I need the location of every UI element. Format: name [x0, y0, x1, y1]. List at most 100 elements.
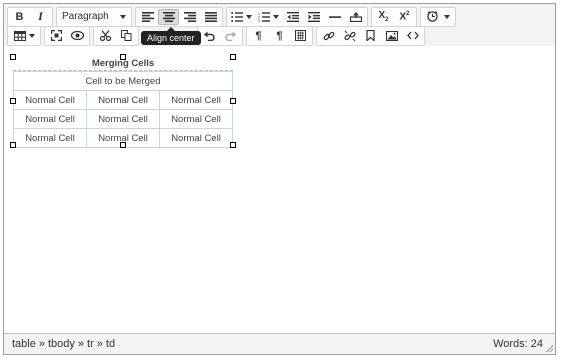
subscript-icon: X2: [378, 10, 389, 23]
table-row: Cell to be Merged: [13, 71, 233, 91]
outdent-icon: [286, 11, 299, 22]
table-cell[interactable]: Normal Cell: [13, 90, 87, 110]
merging-cells-table[interactable]: Merging Cells Cell to be Merged Normal C…: [13, 57, 233, 148]
align-justify-button[interactable]: [200, 9, 221, 25]
resize-handle-sw[interactable]: [10, 142, 16, 148]
insert-button[interactable]: [345, 9, 366, 25]
special-chars-icon: [295, 30, 306, 41]
path-item[interactable]: tbody: [48, 338, 75, 350]
show-blocks-button[interactable]: ¶: [248, 28, 269, 44]
subscript-button[interactable]: X2: [373, 9, 394, 25]
bold-button[interactable]: B: [9, 9, 30, 25]
align-justify-icon: [204, 11, 217, 22]
path-separator: »: [96, 338, 103, 350]
table-cell[interactable]: Normal Cell: [13, 109, 87, 129]
bullet-list-button[interactable]: [228, 9, 255, 25]
outdent-button[interactable]: [282, 9, 303, 25]
anchor-button[interactable]: [360, 28, 381, 44]
table-cell[interactable]: Normal Cell: [159, 128, 233, 148]
table-button[interactable]: [9, 28, 39, 44]
redo-button[interactable]: [220, 28, 241, 44]
fullscreen-icon: [51, 30, 62, 41]
tooltip: Align center: [141, 27, 201, 45]
align-group: [135, 6, 223, 27]
toolbar-row-1: B I Paragraph 1 2 3 X2 X2: [7, 6, 459, 27]
table-row: Normal Cell Normal Cell Normal Cell: [13, 90, 233, 110]
merged-cell[interactable]: Cell to be Merged: [13, 71, 233, 91]
chevron-down-icon: [273, 14, 279, 19]
cut-icon: [100, 30, 111, 41]
element-path: table» tbody» tr» td: [12, 338, 115, 350]
align-right-button[interactable]: [179, 9, 200, 25]
align-left-button[interactable]: [137, 9, 158, 25]
bullet-list-icon: [231, 11, 243, 22]
preview-icon: [71, 31, 84, 40]
align-center-icon: [162, 11, 175, 22]
resize-handle-n[interactable]: [120, 54, 126, 60]
resize-grip-icon[interactable]: [546, 345, 553, 352]
undo-button[interactable]: [199, 28, 220, 44]
paragraph-mark-icon: ¶: [276, 29, 283, 42]
insert-datetime-button[interactable]: [422, 9, 454, 25]
toolbar-row-2: ¶ ¶: [7, 25, 428, 46]
blocks-group: ¶ ¶: [246, 25, 313, 46]
resize-handle-w[interactable]: [10, 98, 16, 104]
link-group: [316, 25, 425, 46]
table-cell[interactable]: Normal Cell: [86, 109, 160, 129]
path-item[interactable]: tr: [87, 338, 94, 350]
align-right-icon: [183, 11, 196, 22]
word-count: Words: 24: [493, 338, 543, 350]
resize-handle-ne[interactable]: [230, 54, 236, 60]
unlink-button[interactable]: [339, 28, 360, 44]
chevron-down-icon: [28, 33, 35, 38]
path-item[interactable]: table: [12, 338, 36, 350]
table-cell[interactable]: Normal Cell: [13, 128, 87, 148]
editor-content-area[interactable]: Merging Cells Cell to be Merged Normal C…: [4, 46, 555, 333]
preview-button[interactable]: [67, 28, 88, 44]
table-cell[interactable]: Normal Cell: [159, 90, 233, 110]
copy-icon: [121, 30, 132, 41]
table-cell[interactable]: Normal Cell: [159, 109, 233, 129]
resize-handle-se[interactable]: [230, 142, 236, 148]
align-center-button[interactable]: [158, 8, 179, 25]
table-cell[interactable]: Normal Cell: [86, 90, 160, 110]
list-group: 123: [226, 6, 368, 27]
table-wrapper: Merging Cells Cell to be Merged Normal C…: [10, 54, 236, 148]
resize-handle-nw[interactable]: [10, 54, 16, 60]
horizontal-rule-button[interactable]: [324, 9, 345, 25]
indent-icon: [307, 11, 320, 22]
table-group: [7, 25, 41, 46]
special-chars-button[interactable]: [290, 28, 311, 44]
unlink-icon: [343, 30, 356, 41]
resize-handle-s[interactable]: [120, 142, 126, 148]
superscript-icon: X2: [399, 10, 410, 23]
numbered-list-button[interactable]: 123: [255, 9, 282, 25]
source-code-button[interactable]: [402, 28, 423, 44]
bold-icon: B: [15, 10, 24, 23]
resize-handle-e[interactable]: [230, 98, 236, 104]
block-format-select[interactable]: Paragraph: [58, 9, 130, 25]
view-group: [44, 25, 90, 46]
block-format-group: Paragraph: [56, 6, 132, 27]
path-separator: »: [38, 338, 45, 350]
copy-button[interactable]: [116, 28, 137, 44]
redo-icon: [225, 31, 236, 41]
numbered-list-icon: 123: [258, 12, 270, 22]
block-format-value: Paragraph: [62, 11, 109, 22]
superscript-button[interactable]: X2: [394, 9, 415, 25]
rich-text-editor: B I Paragraph 1 2 3 X2 X2 ¶ ¶ Align cent…: [3, 3, 556, 355]
visual-chars-button[interactable]: ¶: [269, 28, 290, 44]
bookmark-icon: [366, 30, 375, 41]
link-button[interactable]: [318, 28, 339, 44]
cut-button[interactable]: [95, 28, 116, 44]
status-bar: table» tbody» tr» td Words: 24: [4, 333, 555, 354]
italic-button[interactable]: I: [30, 9, 51, 25]
image-button[interactable]: [381, 28, 402, 44]
indent-button[interactable]: [303, 9, 324, 25]
path-item[interactable]: td: [106, 338, 115, 350]
align-left-icon: [141, 11, 154, 22]
path-separator: »: [77, 338, 85, 350]
fullscreen-button[interactable]: [46, 28, 67, 44]
horizontal-rule-icon: [328, 15, 341, 18]
datetime-group: [420, 6, 456, 27]
